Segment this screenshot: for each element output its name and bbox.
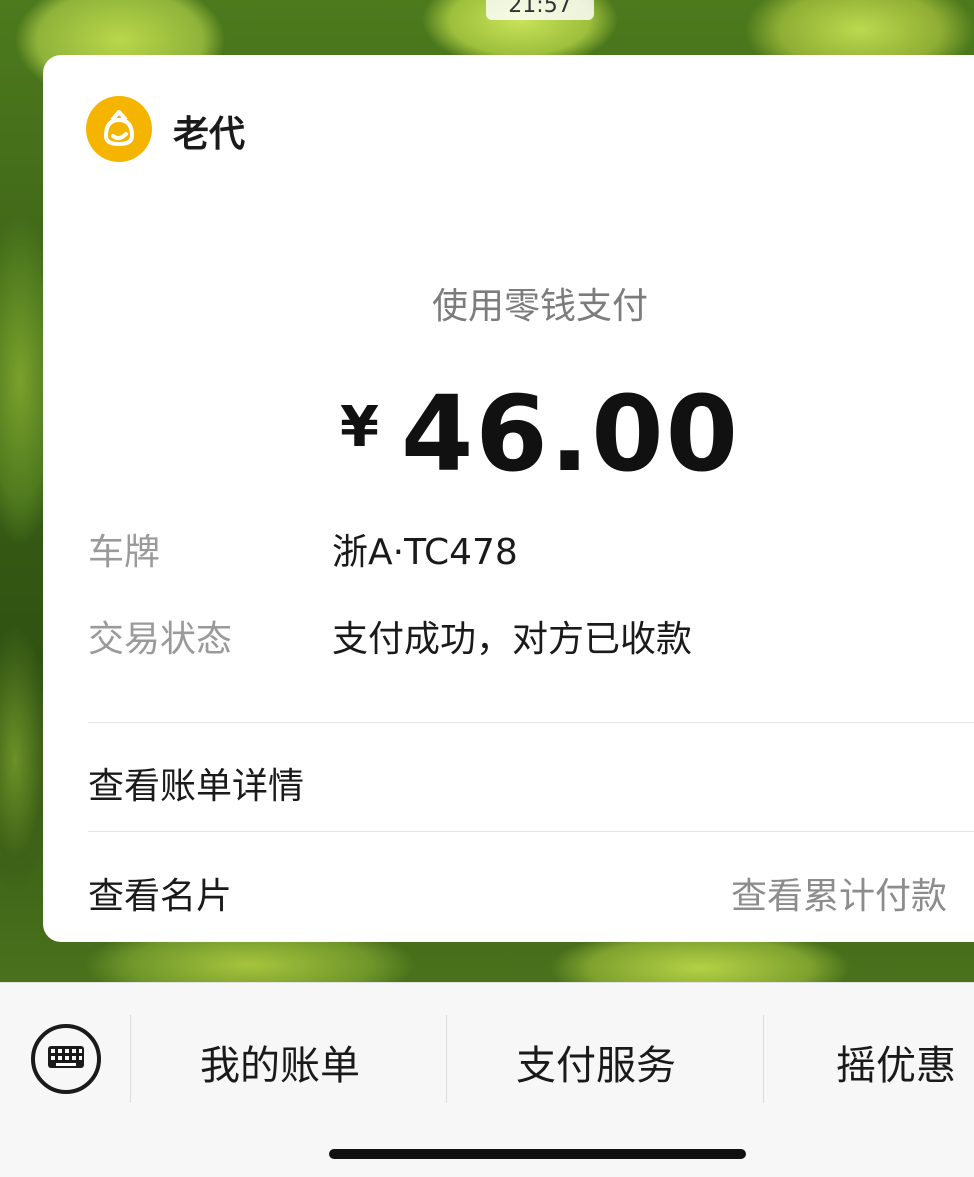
view-bill-details-link[interactable]: 查看账单详情	[88, 757, 304, 809]
amount-value: 46.00	[401, 373, 740, 495]
detail-label: 车牌	[88, 532, 161, 573]
menu-separator	[763, 1015, 764, 1103]
merchant-logo-icon	[86, 96, 152, 162]
currency-symbol: ¥	[340, 395, 379, 460]
bottom-menu-bar: 我的账单 支付服务 摇优惠	[0, 982, 974, 1177]
status-time: 21:57	[486, 0, 594, 20]
payment-method: 使用零钱支付	[431, 286, 648, 327]
menu-payment-services[interactable]: 支付服务	[516, 1033, 676, 1091]
menu-separator	[130, 1015, 131, 1103]
menu-separator	[446, 1015, 447, 1103]
menu-my-bills[interactable]: 我的账单	[200, 1033, 360, 1091]
keyboard-icon[interactable]	[30, 1023, 102, 1095]
home-indicator[interactable]	[329, 1149, 746, 1159]
detail-value: 浙A·TC478	[332, 532, 518, 573]
divider	[88, 831, 974, 832]
view-cumulative-payments-link[interactable]: 查看累计付款	[731, 867, 947, 919]
payment-amount: ¥46.00	[43, 373, 974, 495]
view-business-card-link[interactable]: 查看名片	[88, 867, 232, 919]
detail-label: 交易状态	[88, 619, 233, 660]
menu-shake-discounts[interactable]: 摇优惠	[836, 1033, 956, 1091]
payment-receipt-card: 老代 使用零钱支付 ¥46.00 车牌 浙A·TC478 交易状态 支付成功，对…	[43, 55, 974, 942]
merchant-name: 老代	[173, 114, 246, 155]
divider	[88, 722, 974, 723]
detail-value: 支付成功，对方已收款	[332, 619, 693, 660]
